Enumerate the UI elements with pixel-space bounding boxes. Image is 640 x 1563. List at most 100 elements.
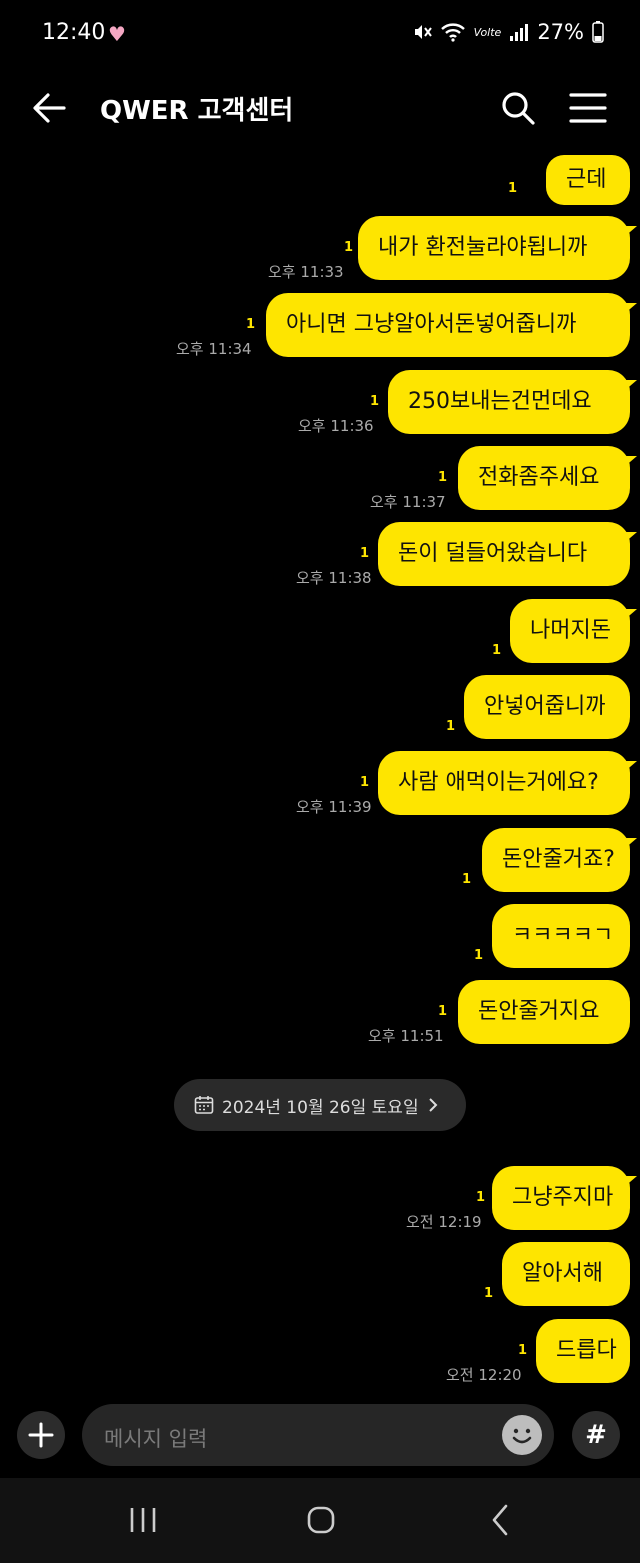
message-bubble[interactable]: 전화좀주세요 [458,446,637,510]
unread-count: 1 [508,181,518,196]
message-item[interactable]: 드릅다 1 오전 12:20 [446,1319,630,1384]
search-icon [502,92,535,125]
message-bubble[interactable]: 돈안줄거죠? [482,828,637,892]
message-time: 오전 12:19 [406,1213,482,1231]
message-bubble[interactable]: 내가 환전눌라야됩니까 [358,216,637,280]
recent-apps-icon [130,1508,156,1532]
message-bubble[interactable]: 근데 [546,155,630,205]
message-item[interactable]: 알아서해 1 [484,1242,630,1306]
message-item[interactable]: 근데 1 [508,155,630,205]
message-text: 드릅다 [556,1338,617,1363]
message-time: 오후 11:33 [268,263,344,281]
chat-title: QWER 고객센터 [100,96,294,126]
back-button[interactable] [28,86,72,130]
back-nav-button[interactable] [476,1498,526,1542]
message-time: 오후 11:38 [296,569,372,587]
date-label: 2024년 10월 26일 토요일 [222,1097,419,1118]
unread-count: 1 [344,240,354,255]
message-item[interactable]: 전화좀주세요 1 오후 11:37 [370,446,637,511]
message-text: 돈안줄거지요 [478,999,600,1024]
message-text: 사람 애먹이는거에요? [398,770,599,795]
message-bubble[interactable]: 알아서해 [502,1242,630,1306]
heart-icon: ♥ [108,22,126,46]
message-text: 250보내는건먼데요 [408,389,592,414]
message-bubble[interactable]: 나머지돈 [510,599,637,663]
message-item[interactable]: 안넣어줍니까 1 [446,675,630,739]
status-bar: 12:40 ♥ Volte 27% [0,0,640,70]
calendar-icon [194,1096,214,1114]
message-bubble[interactable]: 돈안줄거지요 [458,980,630,1044]
message-item[interactable]: 사람 애먹이는거에요? 1 오후 11:39 [296,751,637,816]
message-text: 내가 환전눌라야됩니까 [378,235,588,260]
status-time: 12:40 [42,20,106,45]
unread-count: 1 [360,775,370,790]
unread-count: 1 [246,317,256,332]
unread-count: 1 [474,948,484,963]
chat-header: QWER 고객센터 [0,70,640,150]
message-time: 오전 12:20 [446,1366,522,1384]
message-time: 오후 11:37 [370,493,446,511]
unread-count: 1 [462,872,472,887]
message-item[interactable]: 돈이 덜들어왔습니다 1 오후 11:38 [296,522,637,587]
unread-count: 1 [484,1286,494,1301]
message-bubble[interactable]: 드릅다 [536,1319,630,1383]
menu-button[interactable] [566,86,610,130]
unread-count: 1 [492,643,502,658]
message-bubble[interactable]: 안넣어줍니까 [464,675,630,739]
message-time: 오후 11:34 [176,340,252,358]
message-item[interactable]: 그냥주지마 1 오전 12:19 [406,1166,637,1231]
message-text: 돈이 덜들어왔습니다 [398,541,588,566]
add-attachment-button[interactable] [17,1411,65,1459]
message-text: ㅋㅋㅋㅋㄱ [512,923,614,948]
message-bubble[interactable]: ㅋㅋㅋㅋㄱ [492,904,630,968]
message-time: 오후 11:36 [298,417,374,435]
unread-count: 1 [438,470,448,485]
hash-icon: # [585,1420,607,1450]
message-text: 알아서해 [522,1261,603,1286]
message-item[interactable]: 250보내는건먼데요 1 오후 11:36 [298,370,637,435]
unread-count: 1 [476,1190,486,1205]
search-button[interactable] [496,86,540,130]
hamburger-menu-icon [569,93,607,123]
message-item[interactable]: 돈안줄거죠? 1 [462,828,637,892]
message-bubble[interactable]: 돈이 덜들어왔습니다 [378,522,637,586]
message-item[interactable]: 나머지돈 1 [492,599,637,663]
volte-label: Volte [473,25,502,39]
message-text: 근데 [566,167,607,192]
unread-count: 1 [518,1343,528,1358]
arrow-left-icon [33,93,66,123]
chevron-right-icon [428,1098,438,1112]
message-text: 그냥주지마 [512,1185,614,1210]
message-bubble[interactable]: 250보내는건먼데요 [388,370,637,434]
message-time: 오후 11:39 [296,798,372,816]
message-item[interactable]: 내가 환전눌라야됩니까 1 오후 11:33 [268,216,637,281]
plus-icon [28,1422,54,1448]
emoji-button[interactable] [502,1415,542,1455]
message-item[interactable]: ㅋㅋㅋㅋㄱ 1 [474,904,630,968]
message-text: 돈안줄거죠? [502,847,615,872]
home-button[interactable] [296,1498,346,1542]
unread-count: 1 [360,546,370,561]
message-bubble[interactable]: 사람 애먹이는거에요? [378,751,637,815]
mute-vibrate-icon [414,25,432,39]
message-item[interactable]: 돈안줄거지요 1 오후 11:51 [368,980,630,1045]
message-text: 전화좀주세요 [478,465,600,490]
hashtag-button[interactable]: # [572,1411,620,1459]
status-icons: Volte 27% [412,20,604,44]
message-bubble[interactable]: 그냥주지마 [492,1166,637,1230]
input-placeholder: 메시지 입력 [104,1427,208,1451]
chevron-left-icon [492,1504,508,1536]
smiley-icon [512,1428,532,1444]
unread-count: 1 [446,719,456,734]
message-item[interactable]: 아니면 그냥알아서돈넣어줍니까 1 오후 11:34 [176,293,637,358]
recent-apps-button[interactable] [118,1498,168,1542]
message-text: 나머지돈 [530,618,611,643]
message-text: 안넣어줍니까 [484,694,606,719]
date-divider[interactable]: 2024년 10월 26일 토요일 [174,1079,466,1131]
unread-count: 1 [370,394,380,409]
battery-percent: 27% [537,20,584,44]
wifi-icon [440,23,465,42]
message-bubble[interactable]: 아니면 그냥알아서돈넣어줍니까 [266,293,637,357]
battery-icon [592,21,604,43]
message-input[interactable]: 메시지 입력 [82,1404,554,1466]
